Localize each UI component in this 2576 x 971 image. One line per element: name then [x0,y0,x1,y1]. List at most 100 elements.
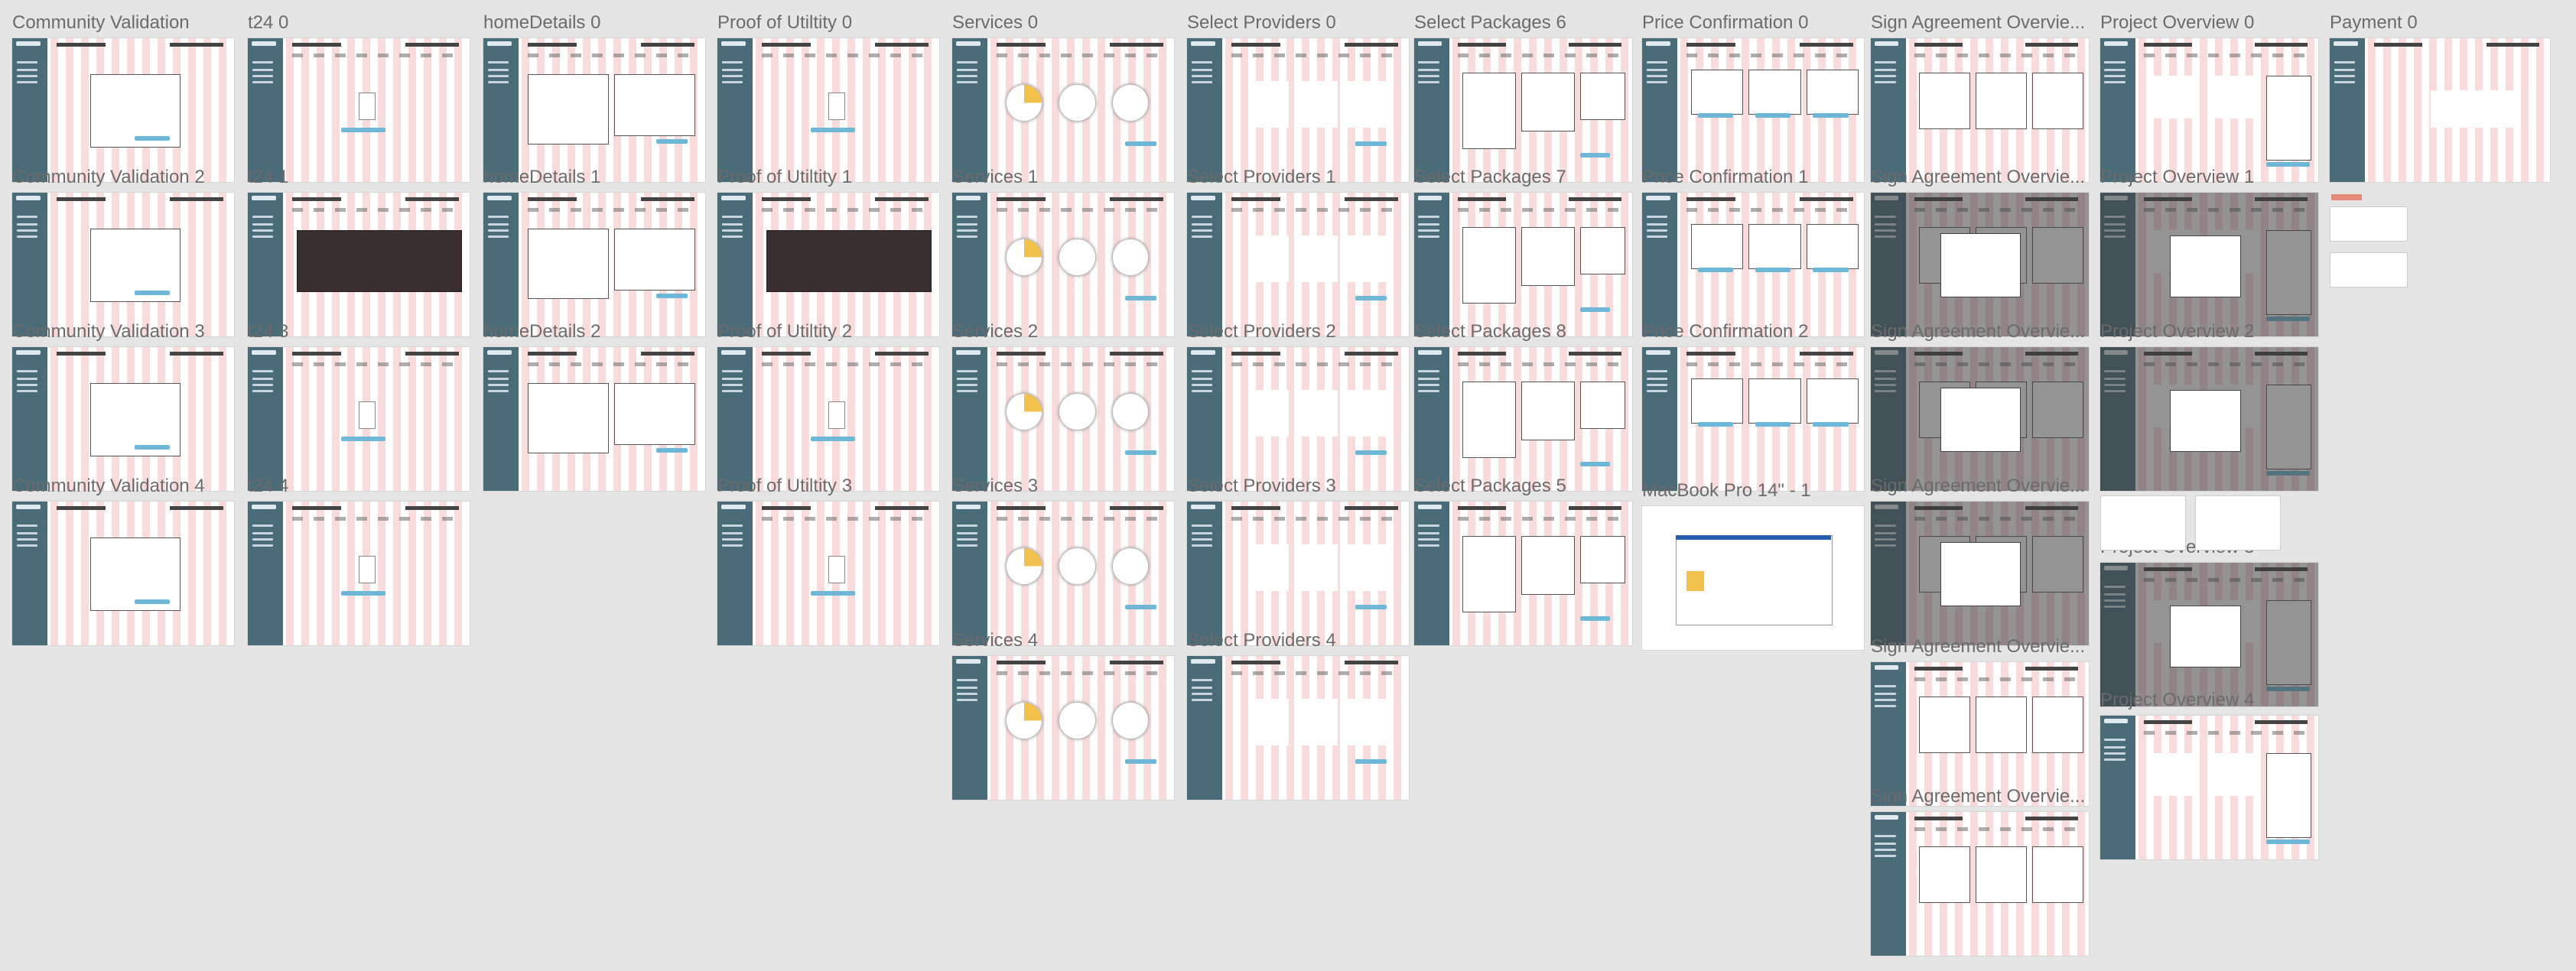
artboard-frame[interactable] [1414,38,1632,182]
frame-title[interactable]: Sign Agreement Overvie... [1871,12,2085,34]
artboard-frame[interactable] [248,347,470,491]
frame-title[interactable]: Select Providers 2 [1187,321,1336,343]
artboard-frame[interactable] [717,38,939,182]
frame-title[interactable]: Services 3 [952,476,1038,497]
sidebar-nav-item [1418,390,1439,392]
artboard-frame[interactable] [717,193,939,336]
frame-title[interactable]: t24 3 [248,321,288,343]
artboard-frame[interactable] [1642,38,1864,182]
artboard-frame[interactable] [1187,38,1409,182]
artboard-frame[interactable] [1187,502,1409,645]
frame-title[interactable]: homeDetails 1 [483,167,600,188]
artboard-frame[interactable] [717,347,939,491]
frame-title[interactable]: Price Confirmation 2 [1642,321,1808,343]
frame-title[interactable]: Proof of Utiltity 1 [717,167,852,188]
artboard-frame[interactable] [483,38,705,182]
artboard-frame[interactable] [2100,38,2318,182]
artboard-frame[interactable] [12,347,234,491]
frame-title[interactable]: Sign Agreement Overvie... [1871,167,2085,188]
artboard-frame[interactable] [1187,656,1409,800]
frame-title[interactable]: Select Packages 5 [1414,476,1566,497]
frame-title[interactable]: Select Packages 7 [1414,167,1566,188]
frame-title[interactable]: Project Overview 1 [2100,167,2254,188]
artboard-frame[interactable] [12,193,234,336]
artboard-frame[interactable] [1642,193,1864,336]
artboard-frame[interactable] [1642,347,1864,491]
frame-title[interactable]: MacBook Pro 14" - 1 [1642,480,1811,502]
frame-title[interactable]: Select Providers 0 [1187,12,1336,34]
frame-title[interactable]: Services 4 [952,630,1038,651]
artboard-frame[interactable] [717,502,939,645]
artboard-frame[interactable] [248,193,470,336]
frame-title[interactable]: Project Overview 0 [2100,12,2254,34]
artboard-frame[interactable] [952,502,1174,645]
artboard-frame[interactable] [1871,502,2089,645]
frame-title[interactable]: Services 0 [952,12,1038,34]
sidebar-nav-item [1646,370,1668,372]
artboard-frame[interactable] [248,38,470,182]
frame-title[interactable]: Community Validation [12,12,190,34]
sidebar-nav-item [721,81,743,83]
frame-title[interactable]: Services 1 [952,167,1038,188]
artboard-frame[interactable] [1187,193,1409,336]
frame-title[interactable]: Payment 0 [2330,12,2418,34]
artboard-frame[interactable] [12,38,234,182]
artboard-frame[interactable] [1414,347,1632,491]
frame-title[interactable]: Sign Agreement Overvie... [1871,321,2085,343]
artboard-frame[interactable] [1871,812,2089,956]
frame-title[interactable]: Sign Agreement Overvie... [1871,786,2085,807]
artboard-frame[interactable] [952,656,1174,800]
frame-title[interactable]: Sign Agreement Overvie... [1871,636,2085,658]
frame-title[interactable]: homeDetails 2 [483,321,600,343]
frame-title[interactable]: Select Packages 8 [1414,321,1566,343]
artboard-frame[interactable] [1871,662,2089,806]
frame-title[interactable]: t24 0 [248,12,288,34]
provider-logo-aptive [1346,699,1387,745]
artboard-frame[interactable] [12,502,234,645]
artboard-frame[interactable] [483,347,705,491]
frame-title[interactable]: Price Confirmation 1 [1642,167,1808,188]
frame-title[interactable]: Services 2 [952,321,1038,343]
artboard-frame[interactable] [1871,347,2089,491]
frame-title[interactable]: Select Providers 3 [1187,476,1336,497]
artboard-frame[interactable] [952,38,1174,182]
frame-title[interactable]: Project Overview 2 [2100,321,2254,343]
artboard-frame[interactable] [2100,347,2318,491]
sidebar-nav-item [1191,693,1213,695]
artboard-frame[interactable] [1871,193,2089,336]
frame-title[interactable]: Community Validation 3 [12,321,205,343]
artboard-frame[interactable] [2100,563,2318,706]
artboard-frame[interactable] [952,193,1174,336]
frame-title[interactable]: Sign Agreement Overvie... [1871,476,2085,497]
sidebar-nav-item [487,390,509,392]
frame-title[interactable]: Select Providers 1 [1187,167,1336,188]
frame-title[interactable]: homeDetails 0 [483,12,600,34]
artboard-frame[interactable] [1187,347,1409,491]
frame-title[interactable]: t24 1 [248,167,288,188]
frame-title[interactable]: Price Confirmation 0 [1642,12,1808,34]
community-title [169,506,223,510]
artboard-frame[interactable] [2330,38,2550,182]
frame-title[interactable]: Proof of Utiltity 0 [717,12,852,34]
frame-title[interactable]: Project Overview 4 [2100,690,2254,711]
frame-title[interactable]: Community Validation 4 [12,476,205,497]
artboard-frame[interactable] [483,193,705,336]
frame-title[interactable]: Proof of Utiltity 3 [717,476,852,497]
frame-title[interactable]: Select Packages 6 [1414,12,1566,34]
artboard-frame[interactable] [1871,38,2089,182]
sidebar [1414,347,1449,491]
artboard-frame[interactable] [2100,716,2318,859]
artboard-frame[interactable] [2100,193,2318,336]
artboard-frame[interactable] [1642,506,1864,650]
frame-title[interactable]: Community Validation 2 [12,167,205,188]
status-tag [2331,194,2362,200]
frame-title[interactable]: t24 4 [248,476,288,497]
artboard-frame[interactable] [248,502,470,645]
frame-title[interactable]: Proof of Utiltity 2 [717,321,852,343]
artboard-frame[interactable] [1414,193,1632,336]
sidebar [1414,193,1449,336]
sidebar-nav-item [1191,384,1213,386]
artboard-frame[interactable] [952,347,1174,491]
frame-title[interactable]: Select Providers 4 [1187,630,1336,651]
artboard-frame[interactable] [1414,502,1632,645]
